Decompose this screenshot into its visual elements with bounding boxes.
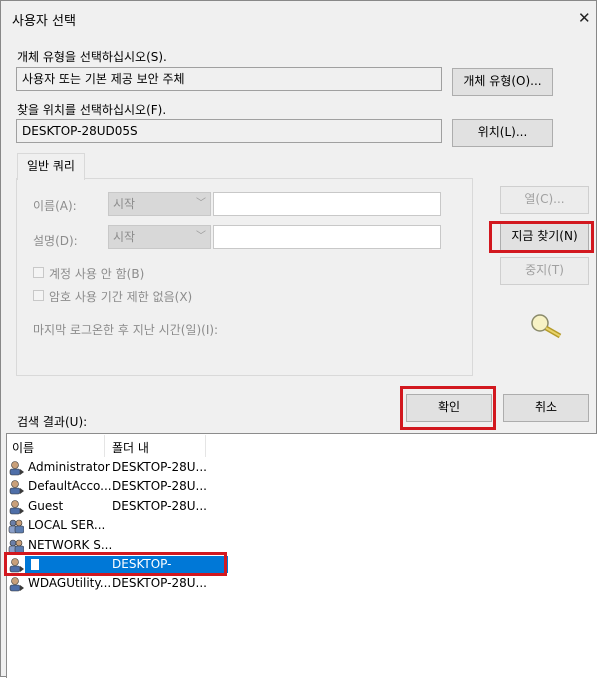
user-icon	[9, 461, 24, 476]
user-name: Guest	[28, 499, 64, 513]
table-row[interactable]: WDAGUtility... DESKTOP-28U...	[8, 574, 218, 593]
name-match-combo[interactable]: 시작 ﹀	[108, 192, 211, 216]
table-row[interactable]: Guest DESKTOP-28U...	[8, 497, 218, 516]
user-icon	[9, 577, 24, 592]
chevron-down-icon: ﹀	[196, 231, 206, 242]
user-name: Administrator	[28, 460, 110, 474]
user-folder: DESKTOP-28U...	[112, 499, 207, 513]
non-expiring-password-checkbox[interactable]	[33, 290, 44, 301]
disabled-accounts-label: 계정 사용 안 함(B)	[49, 267, 145, 281]
object-type-field: 사용자 또는 기본 제공 보안 주체	[16, 67, 442, 91]
search-results-label: 검색 결과(U):	[17, 415, 88, 429]
days-since-last-logon-label: 마지막 로그온한 후 지난 시간(일)(I):	[33, 323, 219, 337]
name-match-value: 시작	[113, 197, 136, 211]
tab-common-queries[interactable]: 일반 쿼리	[17, 153, 85, 180]
search-icon	[531, 314, 562, 339]
description-input[interactable]	[213, 225, 441, 249]
columns-button[interactable]: 열(C)...	[500, 186, 589, 214]
description-label: 설명(D):	[33, 234, 78, 248]
object-types-button[interactable]: 개체 유형(O)...	[452, 68, 553, 96]
object-type-label: 개체 유형을 선택하십시오(S).	[17, 50, 167, 64]
ok-highlight	[400, 386, 496, 430]
chevron-down-icon: ﹀	[196, 198, 206, 209]
column-divider	[104, 435, 105, 457]
table-row[interactable]: Administrator DESKTOP-28U...	[8, 458, 218, 477]
name-input[interactable]	[213, 192, 441, 216]
user-icon	[9, 500, 24, 515]
selected-row-highlight	[4, 552, 227, 576]
column-divider	[205, 435, 206, 457]
user-folder: DESKTOP-28U...	[112, 460, 207, 474]
location-field: DESKTOP-28UD05S	[16, 119, 442, 143]
column-header-name[interactable]: 이름	[12, 439, 34, 456]
column-header-folder[interactable]: 폴더 내	[112, 439, 149, 456]
disabled-accounts-checkbox[interactable]	[33, 267, 44, 278]
table-row[interactable]: LOCAL SER...	[8, 516, 218, 535]
close-icon[interactable]: ✕	[578, 9, 591, 27]
location-label: 찾을 위치를 선택하십시오(F).	[17, 103, 167, 117]
locations-button[interactable]: 위치(L)...	[452, 119, 553, 147]
non-expiring-password-label: 암호 사용 기간 제한 없음(X)	[49, 290, 193, 304]
user-name: DefaultAcco...	[28, 479, 112, 493]
user-icon	[9, 480, 24, 495]
description-match-value: 시작	[113, 230, 136, 244]
find-now-highlight	[489, 221, 594, 253]
name-label: 이름(A):	[33, 199, 77, 213]
stop-button[interactable]: 중지(T)	[500, 257, 589, 285]
user-folder: DESKTOP-28U...	[112, 479, 207, 493]
description-match-combo[interactable]: 시작 ﹀	[108, 225, 211, 249]
table-row[interactable]: DefaultAcco... DESKTOP-28U...	[8, 477, 218, 496]
user-name: LOCAL SER...	[28, 518, 106, 532]
dialog-title: 사용자 선택	[12, 14, 76, 29]
users-group-icon	[8, 519, 24, 534]
user-name: WDAGUtility...	[28, 576, 112, 590]
cancel-button[interactable]: 취소	[503, 394, 589, 422]
user-folder: DESKTOP-28U...	[112, 576, 207, 590]
